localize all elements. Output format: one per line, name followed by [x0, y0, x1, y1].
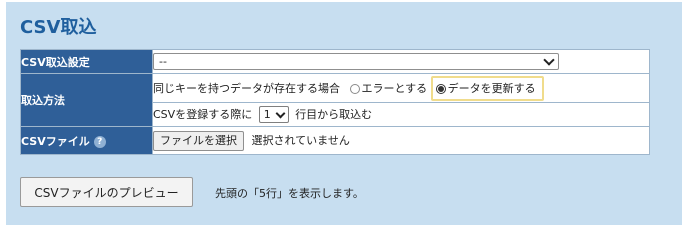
file-label: CSVファイル	[21, 134, 90, 148]
choose-file-button[interactable]: ファイルを選択	[153, 130, 244, 151]
start-row-select[interactable]: 1	[258, 106, 289, 124]
radio-error-option[interactable]: エラーとする	[349, 81, 431, 95]
radio-icon[interactable]	[349, 83, 360, 94]
preview-note: 先頭の「5行」を表示します。	[215, 187, 364, 200]
start-row-value: 1	[263, 108, 271, 122]
duplicate-handling-cell: 同じキーを持つデータが存在する場合 エラーとする データを更新する	[152, 73, 650, 103]
chevron-down-icon	[543, 53, 555, 66]
setting-cell: --	[152, 49, 650, 74]
setting-label: CSV取込設定	[20, 49, 153, 74]
method-label: 取込方法	[20, 73, 153, 127]
page-title: CSV取込	[20, 17, 97, 38]
import-setting-select-value: --	[159, 55, 167, 68]
duplicate-key-text: 同じキーを持つデータが存在する場合	[153, 81, 340, 95]
radio-update-option[interactable]: データを更新する	[430, 75, 544, 101]
import-setting-select[interactable]: --	[153, 53, 559, 70]
file-cell: ファイルを選択 選択されていません	[152, 126, 650, 155]
radio-update-label: データを更新する	[447, 81, 536, 95]
chevron-down-icon	[275, 108, 286, 119]
start-row-cell: CSVを登録する際に 1 行目から取込む	[152, 102, 650, 127]
method-row-duplicate: 取込方法 同じキーを持つデータが存在する場合 エラーとする データを更新する	[20, 73, 650, 127]
help-icon[interactable]: ?	[93, 135, 106, 148]
file-status-text: 選択されていません	[251, 133, 350, 147]
register-suffix-text: 行目から取込む	[295, 107, 373, 121]
radio-error-label: エラーとする	[361, 81, 428, 95]
radio-checked-icon[interactable]	[435, 83, 446, 94]
csv-import-panel: CSV取込 CSV取込設定 -- 取込方法 同じキーを持つデータが存在する場合 …	[6, 2, 682, 225]
register-prefix-text: CSVを登録する際に	[153, 107, 253, 121]
csv-preview-button[interactable]: CSVファイルのプレビュー	[20, 177, 193, 207]
setting-row: CSV取込設定 --	[20, 49, 650, 74]
import-settings-table: CSV取込設定 -- 取込方法 同じキーを持つデータが存在する場合 エラーとする…	[20, 49, 650, 155]
file-label-cell: CSVファイル?	[20, 126, 153, 155]
file-row: CSVファイル? ファイルを選択 選択されていません	[20, 126, 650, 155]
